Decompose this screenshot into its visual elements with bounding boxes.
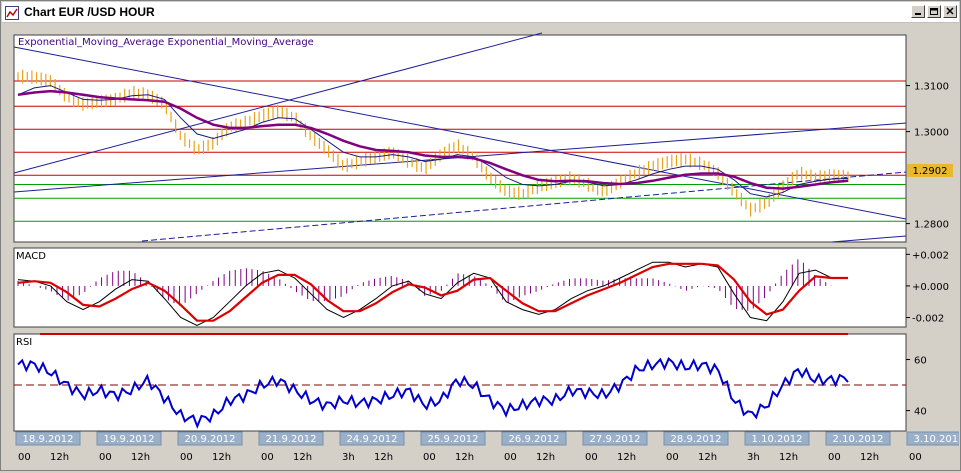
hour-label: 12h xyxy=(536,452,555,463)
rsi-y-tick-label: 40 xyxy=(914,407,927,418)
macd-panel-frame xyxy=(13,247,907,328)
hour-label: 12h xyxy=(50,452,69,463)
date-label: 28.9.2012 xyxy=(671,434,722,445)
hour-label: 00 xyxy=(585,452,598,463)
restore-button[interactable] xyxy=(927,5,941,18)
rsi-panel-frame xyxy=(13,333,907,432)
macd-panel[interactable]: MACD +0.002 +0.000 -0.002 xyxy=(13,247,949,328)
date-tab: 26.9.2012 xyxy=(501,431,567,446)
date-tab: 25.9.2012 xyxy=(420,431,486,446)
hour-label: 12h xyxy=(374,452,393,463)
date-label: 25.9.2012 xyxy=(428,434,479,445)
price-y-tick-label: 1.3000 xyxy=(914,128,949,139)
window-title: Chart EUR /USD HOUR xyxy=(24,5,155,19)
hour-label: 12h xyxy=(293,452,312,463)
date-label: 19.9.2012 xyxy=(104,434,155,445)
hour-label: 12h xyxy=(212,452,231,463)
date-label: 18.9.2012 xyxy=(23,434,74,445)
date-label: 24.9.2012 xyxy=(347,434,398,445)
hour-label: 00 xyxy=(261,452,274,463)
hour-label: 00 xyxy=(909,452,922,463)
date-label: 20.9.2012 xyxy=(185,434,236,445)
macd-y-tick-label: -0.002 xyxy=(912,314,944,325)
hour-label: 12h xyxy=(779,452,798,463)
rsi-y-tick-label: 60 xyxy=(914,356,927,367)
hour-label: 12h xyxy=(698,452,717,463)
last-price-tag: 1.2902 xyxy=(907,164,953,177)
date-tab: 24.9.2012 xyxy=(339,431,405,446)
date-tab: 18.9.2012 xyxy=(15,431,81,446)
hour-label: 12h xyxy=(131,452,150,463)
chart-icon xyxy=(5,5,19,20)
date-tab: 2.10.2012 xyxy=(825,431,891,446)
hour-label: 00 xyxy=(504,452,517,463)
date-label: 3.10.2012 xyxy=(914,434,959,445)
date-tab: 21.9.2012 xyxy=(258,431,324,446)
price-y-axis: 1.3100 1.3000 1.2800 xyxy=(906,82,949,231)
date-label: 27.9.2012 xyxy=(590,434,641,445)
hour-label: 12h xyxy=(617,452,636,463)
hour-label: 12h xyxy=(455,452,474,463)
macd-legend: MACD xyxy=(16,251,46,262)
price-panel[interactable]: Exponential_Moving_Average Exponential_M… xyxy=(13,32,953,243)
time-axis: 18.9.2012 00 12h 19.9.2012 00 12h 20.9.2012 00 1… xyxy=(15,431,961,463)
hour-label: 00 xyxy=(666,452,679,463)
date-label: 2.10.2012 xyxy=(833,434,884,445)
rsi-y-axis: 60 40 xyxy=(906,356,927,418)
price-legend: Exponential_Moving_Average Exponential_M… xyxy=(18,37,314,48)
date-tab: 3.10.2012 xyxy=(906,431,961,446)
date-tab: 27.9.2012 xyxy=(582,431,648,446)
chart-window: Chart EUR /USD HOUR Exponential_Moving_A… xyxy=(0,0,961,471)
chart-svg[interactable]: Exponential_Moving_Average Exponential_M… xyxy=(2,23,961,469)
date-label: 1.10.2012 xyxy=(752,434,803,445)
date-label: 21.9.2012 xyxy=(266,434,317,445)
minimize-button[interactable] xyxy=(911,5,925,18)
title-bar[interactable]: Chart EUR /USD HOUR xyxy=(2,2,959,23)
chart-area: Exponential_Moving_Average Exponential_M… xyxy=(2,23,961,469)
hour-label: 00 xyxy=(828,452,841,463)
last-price-value: 1.2902 xyxy=(913,166,948,177)
date-label: 26.9.2012 xyxy=(509,434,560,445)
close-button[interactable] xyxy=(943,5,957,18)
hour-label: 12h xyxy=(860,452,879,463)
rsi-panel[interactable]: RSI 60 40 xyxy=(13,333,927,432)
hour-label: 3h xyxy=(747,452,760,463)
date-tab: 20.9.2012 xyxy=(177,431,243,446)
macd-y-axis: +0.002 +0.000 -0.002 xyxy=(906,250,949,325)
hour-label: 00 xyxy=(18,452,31,463)
macd-y-tick-label: +0.002 xyxy=(912,250,949,261)
price-y-tick-label: 1.2800 xyxy=(914,220,949,231)
hour-label: 3h xyxy=(342,452,355,463)
rsi-legend: RSI xyxy=(16,337,32,348)
macd-y-tick-label: +0.000 xyxy=(912,282,949,293)
hour-label: 00 xyxy=(99,452,112,463)
price-panel-frame xyxy=(13,34,907,243)
close-icon xyxy=(946,7,954,15)
date-tab: 1.10.2012 xyxy=(744,431,810,446)
hour-label: 00 xyxy=(180,452,193,463)
date-tab: 28.9.2012 xyxy=(663,431,729,446)
minimize-icon xyxy=(915,13,921,15)
price-y-tick-label: 1.3100 xyxy=(914,82,949,93)
restore-icon xyxy=(930,8,938,15)
hour-label: 00 xyxy=(423,452,436,463)
date-tab: 19.9.2012 xyxy=(96,431,162,446)
